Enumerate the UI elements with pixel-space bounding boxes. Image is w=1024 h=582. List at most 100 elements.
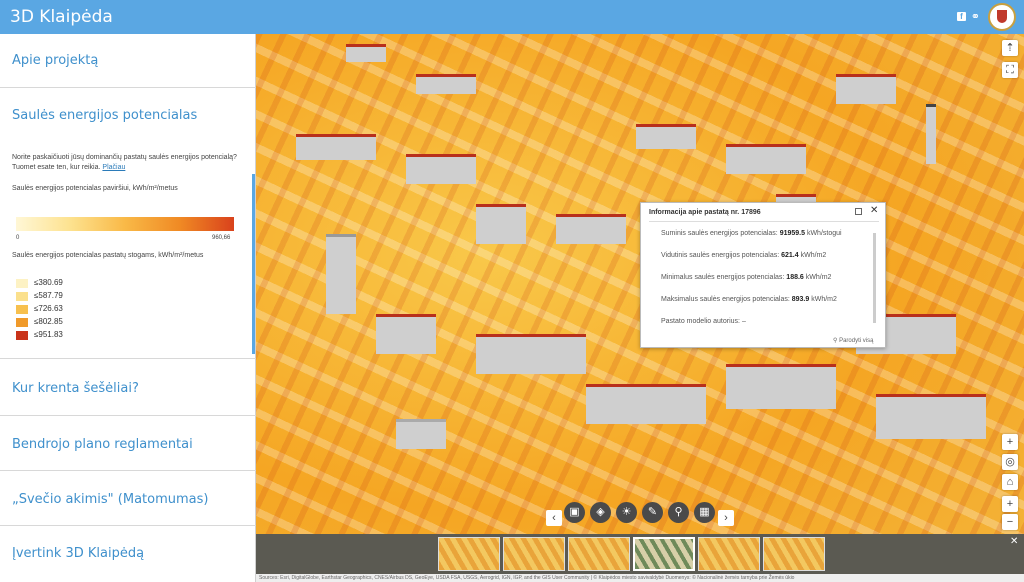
popup-row: Suminis saulės energijos potencialas: 91… xyxy=(661,230,871,237)
popup-title: Informacija apie pastatą nr. 17896 xyxy=(649,209,761,216)
sun-icon[interactable]: ☀ xyxy=(616,502,637,523)
row-unit: kWh/stogui xyxy=(806,230,842,237)
thumbnail[interactable] xyxy=(763,537,825,571)
app-title: 3D Klaipėda xyxy=(10,7,113,27)
zoom-in-icon[interactable]: + xyxy=(1002,434,1018,450)
surface-gradient xyxy=(16,217,234,231)
legend-swatch xyxy=(16,331,28,340)
thumbnail[interactable] xyxy=(698,537,760,571)
building xyxy=(636,124,696,149)
more-link[interactable]: Plačiau xyxy=(102,164,125,171)
section-label: „Svečio akimis" (Matomumas) xyxy=(12,492,209,507)
legend-item: ≤380.69 xyxy=(16,278,136,290)
legend-swatch xyxy=(16,318,28,327)
thumbnail-strip xyxy=(256,534,1024,574)
search-icon[interactable]: ⚲ xyxy=(668,502,689,523)
legend-item: ≤802.85 xyxy=(16,317,136,329)
surface-label: Saulės energijos potencialas paviršiui, … xyxy=(12,185,178,192)
row-value: 188.6 xyxy=(786,274,804,281)
legend-label: ≤380.69 xyxy=(34,278,63,287)
prev-arrow[interactable]: ‹ xyxy=(546,510,562,526)
building xyxy=(376,314,436,354)
navigate-icon[interactable]: ⇡ xyxy=(1002,40,1018,56)
section-about[interactable]: Apie projektą xyxy=(0,34,256,88)
grid-icon[interactable]: ▦ xyxy=(694,502,715,523)
zoom-to-link[interactable]: ⚲ Parodyti visą xyxy=(833,337,873,344)
building xyxy=(476,334,586,374)
section-label: Saulės energijos potencialas xyxy=(12,108,198,123)
thumbnail-selected[interactable] xyxy=(633,537,695,571)
section-shadows[interactable]: Kur krenta šešėliai? xyxy=(0,358,256,416)
thumbnail[interactable] xyxy=(503,537,565,571)
row-label: Pastato modelio autorius: xyxy=(661,318,740,325)
solar-panel: Norite paskaičiuoti jūsų dominančių past… xyxy=(0,123,252,358)
legend-swatch xyxy=(16,305,28,314)
bottom-toolbar: ▣ ◈ ☀ ✎ ⚲ ▦ xyxy=(564,502,724,526)
close-icon[interactable]: ✕ xyxy=(870,205,878,216)
popup-divider xyxy=(649,221,879,222)
legend-label: ≤726.63 xyxy=(34,304,63,313)
attribution: Sources: Esri, DigitalGlobe, Earthstar G… xyxy=(256,574,1024,582)
section-visibility[interactable]: „Svečio akimis" (Matomumas) xyxy=(0,471,256,526)
fullscreen-icon[interactable]: ⛶ xyxy=(1002,62,1018,78)
row-label: Minimalus saulės energijos potencialas: xyxy=(661,274,785,281)
row-value: 893.9 xyxy=(791,296,810,303)
gradient-max: 960,66 xyxy=(212,235,231,241)
building xyxy=(726,144,806,174)
section-rate[interactable]: Įvertink 3D Klaipėdą xyxy=(0,526,256,582)
popup-row: Vidutinis saulės energijos potencialas: … xyxy=(661,252,871,259)
tower-building xyxy=(326,234,356,314)
building xyxy=(586,384,706,424)
section-label: Bendrojo plano reglamentai xyxy=(12,437,193,452)
popup-row: Pastato modelio autorius: – xyxy=(661,318,871,325)
legend-swatch xyxy=(16,279,28,288)
building xyxy=(726,364,836,409)
row-unit: kWh/m2 xyxy=(811,296,837,303)
row-label: Vidutinis saulės energijos potencialas: xyxy=(661,252,780,259)
building xyxy=(416,74,476,94)
building xyxy=(836,74,896,104)
thumbnail[interactable] xyxy=(568,537,630,571)
popup-row: Minimalus saulės energijos potencialas: … xyxy=(661,274,871,281)
sidebar: Apie projektą Saulės energijos potencial… xyxy=(0,34,256,582)
thumbnail-close-icon[interactable]: ✕ xyxy=(1010,536,1018,547)
next-arrow[interactable]: › xyxy=(718,510,734,526)
building xyxy=(476,204,526,244)
chimney-building xyxy=(926,104,936,164)
section-label: Įvertink 3D Klaipėdą xyxy=(12,546,145,561)
row-unit: – xyxy=(741,318,746,325)
sidebar-scrollbar[interactable] xyxy=(252,174,255,354)
row-label: Maksimalus saulės energijos potencialas: xyxy=(661,296,790,303)
zoom-label: Parodyti visą xyxy=(839,338,874,344)
facebook-icon[interactable]: f xyxy=(957,12,966,21)
home-icon[interactable]: ⌂ xyxy=(1002,474,1018,490)
thumbnail[interactable] xyxy=(438,537,500,571)
solar-intro: Norite paskaičiuoti jūsų dominančių past… xyxy=(12,153,247,173)
row-unit: kWh/m2 xyxy=(800,252,827,259)
basemap-icon[interactable]: ▣ xyxy=(564,502,585,523)
legend-item: ≤587.79 xyxy=(16,291,136,303)
compass-icon[interactable]: ◎ xyxy=(1002,454,1018,470)
measure-icon[interactable]: ✎ xyxy=(642,502,663,523)
row-unit: kWh/m2 xyxy=(805,274,832,281)
roof-label: Saulės energijos potencialas pastatų sto… xyxy=(12,252,204,259)
popup-row: Maksimalus saulės energijos potencialas:… xyxy=(661,296,871,303)
legend-item: ≤951.83 xyxy=(16,330,136,342)
section-zoning[interactable]: Bendrojo plano reglamentai xyxy=(0,416,256,471)
building xyxy=(876,394,986,439)
legend-label: ≤587.79 xyxy=(34,291,63,300)
map-zoom-in-icon[interactable]: + xyxy=(1002,496,1018,512)
section-label: Kur krenta šešėliai? xyxy=(12,381,139,396)
link-icon[interactable]: ⚭ xyxy=(971,10,980,23)
map-view[interactable]: Informacija apie pastatą nr. 17896 ✕ Sum… xyxy=(256,34,1024,582)
legend-label: ≤802.85 xyxy=(34,317,63,326)
legend-item: ≤726.63 xyxy=(16,304,136,316)
layers-icon[interactable]: ◈ xyxy=(590,502,611,523)
gradient-min: 0 xyxy=(16,235,20,241)
building-info-popup: Informacija apie pastatą nr. 17896 ✕ Sum… xyxy=(640,202,886,348)
section-solar[interactable]: Saulės energijos potencialas xyxy=(0,88,256,123)
legend-label: ≤951.83 xyxy=(34,330,63,339)
maximize-icon[interactable] xyxy=(855,208,862,215)
popup-scrollbar[interactable] xyxy=(873,233,876,323)
zoom-out-icon[interactable]: − xyxy=(1002,514,1018,530)
